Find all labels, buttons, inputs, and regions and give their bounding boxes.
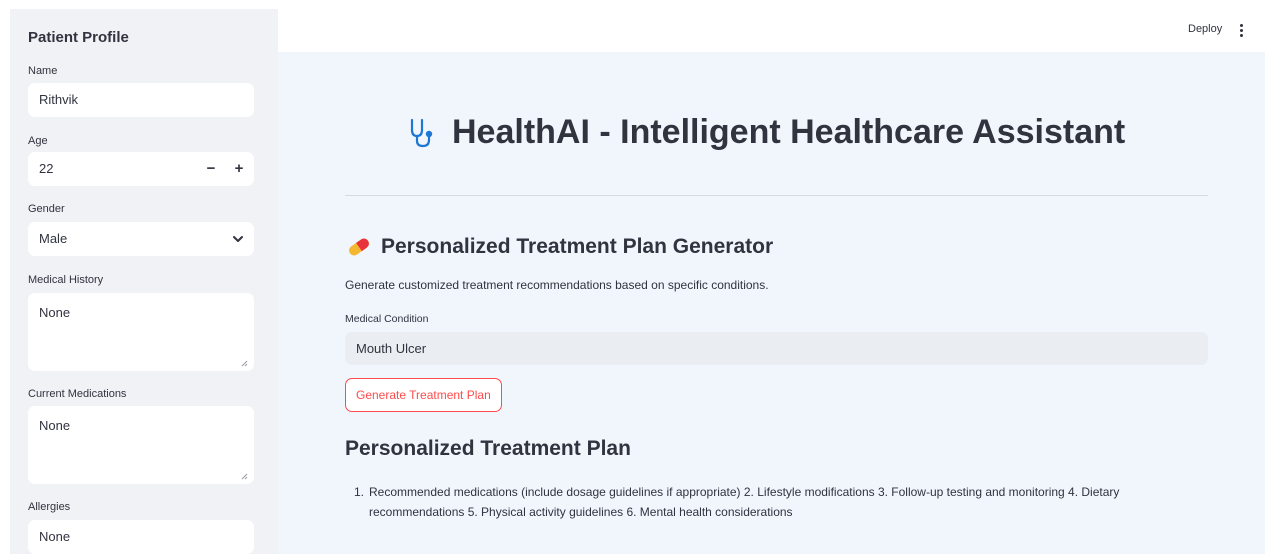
resize-handle-icon[interactable]: [241, 473, 248, 480]
medical-history-value: None: [39, 305, 71, 320]
age-value: 22: [39, 161, 54, 176]
generate-treatment-plan-button[interactable]: Generate Treatment Plan: [345, 378, 502, 412]
allergies-value: None: [39, 529, 71, 544]
gender-value: Male: [39, 231, 68, 246]
main-content: HealthAI - Intelligent Healthcare Assist…: [278, 52, 1265, 554]
resize-handle-icon[interactable]: [241, 360, 248, 367]
top-header: Deploy: [278, 9, 1265, 52]
treatment-plan-heading: Personalized Treatment Plan: [345, 437, 631, 460]
medical-condition-label: Medical Condition: [345, 313, 429, 325]
list-item: 1. Recommended medications (include dosa…: [345, 482, 1208, 522]
gender-label: Gender: [28, 203, 65, 215]
kebab-menu-icon[interactable]: [1240, 24, 1244, 38]
age-label: Age: [28, 135, 48, 147]
page-title: HealthAI - Intelligent Healthcare Assist…: [408, 113, 1168, 152]
medical-history-label: Medical History: [28, 274, 104, 286]
medical-condition-input[interactable]: Mouth Ulcer: [345, 332, 1208, 365]
age-stepper[interactable]: 22 − +: [28, 152, 254, 186]
section-description: Generate customized treatment recommenda…: [345, 278, 769, 292]
divider: [345, 195, 1208, 196]
list-item-text: Recommended medications (include dosage …: [369, 485, 1120, 519]
page-title-text: HealthAI - Intelligent Healthcare Assist…: [452, 113, 1126, 151]
sidebar-title: Patient Profile: [28, 29, 129, 46]
current-medications-value: None: [39, 418, 71, 433]
current-medications-textarea[interactable]: None: [28, 406, 254, 484]
name-value: Rithvik: [39, 92, 79, 107]
name-input[interactable]: Rithvik: [28, 83, 254, 117]
name-label: Name: [28, 65, 58, 77]
section-heading: Personalized Treatment Plan Generator: [346, 235, 773, 259]
age-increment-button[interactable]: +: [226, 152, 252, 186]
age-decrement-button[interactable]: −: [198, 152, 224, 186]
list-item-number: 1.: [354, 485, 365, 499]
section-heading-text: Personalized Treatment Plan Generator: [381, 235, 774, 258]
current-medications-label: Current Medications: [28, 388, 127, 400]
sidebar: Patient Profile Name Rithvik Age 22 − + …: [10, 9, 278, 554]
pill-icon: [349, 238, 369, 256]
deploy-button[interactable]: Deploy: [1188, 23, 1222, 35]
allergies-label: Allergies: [28, 501, 71, 513]
gender-select[interactable]: Male: [28, 222, 254, 256]
stethoscope-icon: [410, 118, 433, 147]
chevron-down-icon: [233, 236, 243, 242]
allergies-input[interactable]: None: [28, 520, 254, 554]
medical-condition-value: Mouth Ulcer: [356, 341, 427, 356]
medical-history-textarea[interactable]: None: [28, 293, 254, 371]
